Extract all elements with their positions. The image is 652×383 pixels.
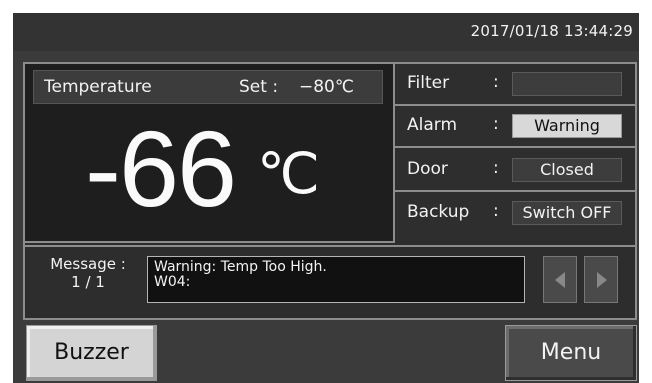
- filter-colon: :: [493, 72, 499, 92]
- message-label-group: Message : 1 / 1: [33, 255, 143, 291]
- filter-value: [512, 72, 622, 96]
- message-box: Warning: Temp Too High. W04:: [147, 256, 525, 303]
- message-line-1: Warning: Temp Too High.: [154, 259, 327, 275]
- current-temperature: -66: [85, 108, 237, 229]
- alarm-label: Alarm: [407, 115, 458, 135]
- filter-label: Filter: [407, 73, 450, 93]
- alarm-value: Warning: [512, 114, 622, 138]
- status-door: Door : Closed: [395, 150, 635, 192]
- triangle-right-icon: [597, 272, 607, 288]
- message-row: Message : 1 / 1 Warning: Temp Too High. …: [25, 245, 635, 320]
- status-backup: Backup : Switch OFF: [395, 193, 635, 241]
- status-filter: Filter :: [395, 64, 635, 106]
- temperature-panel: Temperature Set : −80℃ -66 ℃: [25, 64, 395, 243]
- backup-colon: :: [493, 201, 499, 221]
- alarm-colon: :: [493, 114, 499, 134]
- status-alarm: Alarm : Warning: [395, 106, 635, 148]
- buzzer-button[interactable]: Buzzer: [26, 325, 157, 381]
- message-line-2: W04:: [154, 274, 191, 290]
- top-bar: 2017/01/18 13:44:29: [13, 13, 639, 51]
- door-value: Closed: [512, 158, 622, 182]
- backup-value: Switch OFF: [512, 201, 622, 225]
- temperature-header: Temperature Set : −80℃: [33, 70, 383, 104]
- screen: 2017/01/18 13:44:29 Temperature Set : −8…: [13, 13, 639, 383]
- message-page: 1 / 1: [71, 273, 105, 291]
- door-label: Door: [407, 159, 448, 179]
- message-label: Message :: [50, 255, 126, 273]
- set-label: Set :: [239, 77, 279, 97]
- temperature-label: Temperature: [44, 77, 152, 97]
- menu-button[interactable]: Menu: [505, 325, 637, 381]
- temperature-unit: ℃: [257, 142, 320, 205]
- main-panel: Temperature Set : −80℃ -66 ℃ Filter : Al…: [23, 62, 637, 320]
- prev-message-button[interactable]: [543, 256, 577, 303]
- datetime: 2017/01/18 13:44:29: [470, 22, 633, 40]
- next-message-button[interactable]: [584, 256, 618, 303]
- set-value: −80℃: [299, 77, 354, 97]
- door-colon: :: [493, 158, 499, 178]
- backup-label: Backup: [407, 202, 470, 222]
- triangle-left-icon: [555, 272, 565, 288]
